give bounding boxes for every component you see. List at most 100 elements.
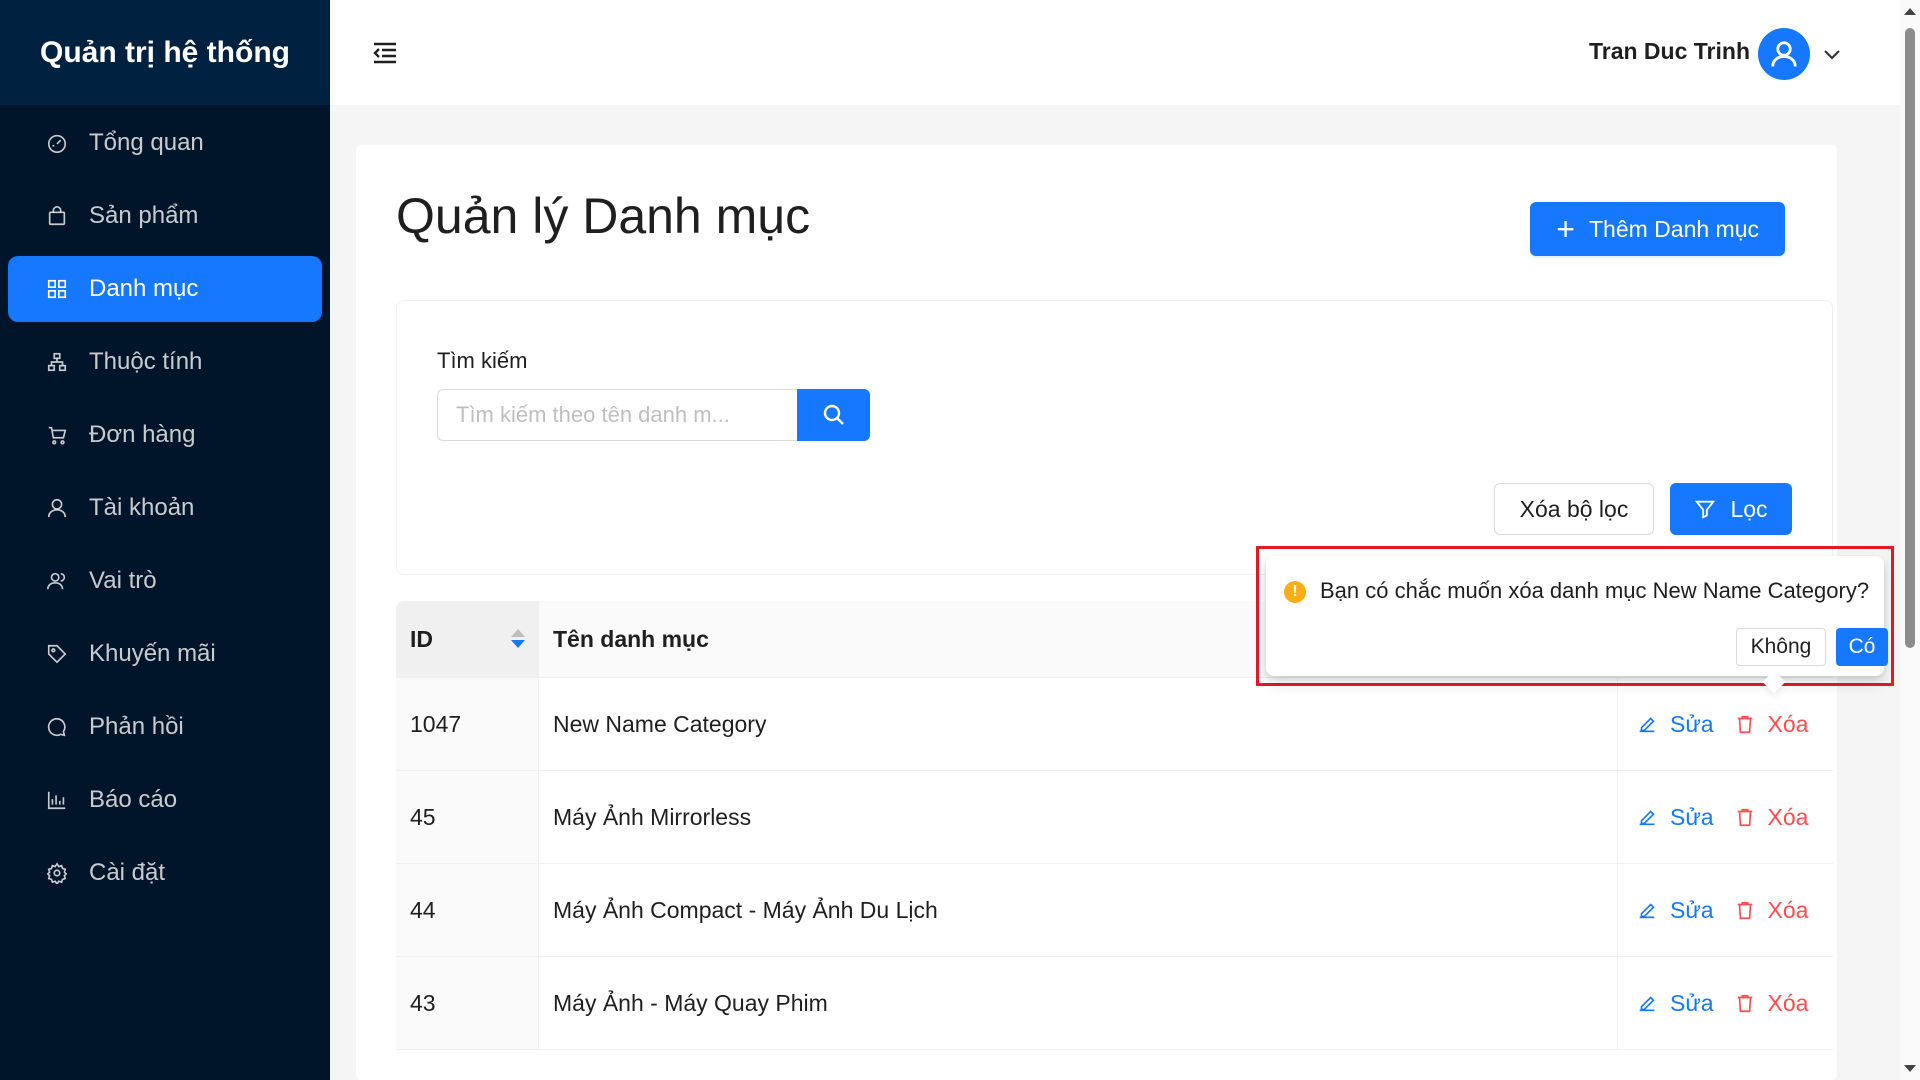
cell-actions: Sửa Xóa <box>1618 864 1833 956</box>
sidebar-item-feedback[interactable]: Phản hồi <box>8 694 322 760</box>
sidebar-item-label: Phản hồi <box>89 713 184 740</box>
user-avatar-icon <box>1771 41 1797 67</box>
cell-id: 1047 <box>396 678 539 770</box>
delete-label: Xóa <box>1767 710 1809 737</box>
sort-icon[interactable] <box>511 629 525 648</box>
add-category-label: Thêm Danh mục <box>1588 215 1759 242</box>
sidebar-item-orders[interactable]: Đơn hàng <box>8 402 322 468</box>
sidebar-menu: Tổng quan Sản phẩm Danh mục Thuộc tính Đ… <box>0 105 330 906</box>
sidebar-item-label: Vai trò <box>89 567 157 594</box>
sidebar-item-label: Tổng quan <box>89 129 204 156</box>
cell-name: Máy Ảnh Compact - Máy Ảnh Du Lịch <box>539 864 1618 956</box>
sidebar-item-categories[interactable]: Danh mục <box>8 256 322 322</box>
sidebar-item-overview[interactable]: Tổng quan <box>8 110 322 176</box>
delete-label: Xóa <box>1767 989 1809 1016</box>
scroll-down-arrow-icon[interactable] <box>1904 1065 1916 1072</box>
edit-label: Sửa <box>1670 710 1714 737</box>
sidebar-item-label: Tài khoản <box>89 494 195 521</box>
cancel-button[interactable]: Không <box>1736 628 1826 666</box>
cell-name: Máy Ảnh - Máy Quay Phim <box>539 957 1618 1049</box>
vertical-scrollbar[interactable] <box>1900 0 1920 1080</box>
sidebar-item-label: Khuyến mãi <box>89 640 216 667</box>
confirm-message: Bạn có chắc muốn xóa danh mục New Name C… <box>1320 578 1870 603</box>
filter-label: Lọc <box>1730 495 1768 522</box>
column-header-label: ID <box>410 625 433 652</box>
cell-actions: Sửa Xóa <box>1618 678 1833 770</box>
cell-name: Máy Ảnh Mirrorless <box>539 771 1618 863</box>
table-row: 44 Máy Ảnh Compact - Máy Ảnh Du Lịch Sửa… <box>396 864 1833 957</box>
edit-icon <box>1639 996 1655 1012</box>
dashboard-icon <box>45 131 69 155</box>
tag-icon <box>45 642 69 666</box>
search-icon <box>823 404 844 425</box>
cell-name: New Name Category <box>539 678 1618 770</box>
sidebar-item-label: Đơn hàng <box>89 421 196 448</box>
delete-icon <box>1737 808 1752 827</box>
sidebar-item-settings[interactable]: Cài đặt <box>8 840 322 906</box>
sidebar: Quản trị hệ thống Tổng quan Sản phẩm Dan… <box>0 0 330 1080</box>
column-header-id[interactable]: ID <box>396 601 539 677</box>
sidebar-item-label: Danh mục <box>89 275 199 302</box>
sidebar-item-promotions[interactable]: Khuyến mãi <box>8 621 322 687</box>
sidebar-item-label: Báo cáo <box>89 786 178 813</box>
sidebar-item-products[interactable]: Sản phẩm <box>8 183 322 249</box>
message-icon <box>45 715 69 739</box>
delete-confirm-popover: ! Bạn có chắc muốn xóa danh mục New Name… <box>1256 546 1894 694</box>
team-icon <box>45 569 69 593</box>
table-row: 43 Máy Ảnh - Máy Quay Phim Sửa Xóa <box>396 957 1833 1050</box>
delete-button[interactable]: Xóa <box>1734 989 1809 1017</box>
filter-button[interactable]: Lọc <box>1670 483 1792 535</box>
clear-filter-button[interactable]: Xóa bộ lọc <box>1494 483 1654 535</box>
delete-label: Xóa <box>1767 803 1809 830</box>
brand-title: Quản trị hệ thống <box>0 0 330 105</box>
warning-icon: ! <box>1284 581 1306 603</box>
sidebar-item-roles[interactable]: Vai trò <box>8 548 322 614</box>
user-icon <box>45 496 69 520</box>
scroll-up-arrow-icon[interactable] <box>1904 8 1916 15</box>
grid-icon <box>45 277 69 301</box>
plus-icon: + <box>1556 211 1575 247</box>
top-header: Tran Duc Trinh <box>330 0 1900 105</box>
sidebar-item-label: Sản phẩm <box>89 202 199 229</box>
cell-actions: Sửa Xóa <box>1618 957 1833 1049</box>
page-title: Quản lý Danh mục <box>396 188 811 244</box>
scroll-thumb[interactable] <box>1905 28 1915 648</box>
sidebar-item-accounts[interactable]: Tài khoản <box>8 475 322 541</box>
confirm-button[interactable]: Có <box>1836 628 1888 666</box>
delete-icon <box>1737 994 1752 1013</box>
delete-button[interactable]: Xóa <box>1734 803 1809 831</box>
filter-icon <box>1695 500 1716 519</box>
search-input[interactable] <box>437 389 797 441</box>
delete-icon <box>1737 901 1752 920</box>
cell-id: 44 <box>396 864 539 956</box>
add-category-button[interactable]: + Thêm Danh mục <box>1530 202 1785 256</box>
column-header-label: Tên danh mục <box>553 625 709 652</box>
user-name[interactable]: Tran Duc Trinh <box>1589 38 1750 65</box>
delete-label: Xóa <box>1767 896 1809 923</box>
sidebar-item-attributes[interactable]: Thuộc tính <box>8 329 322 395</box>
edit-button[interactable]: Sửa <box>1636 711 1714 738</box>
edit-label: Sửa <box>1670 896 1714 923</box>
popover-body: ! Bạn có chắc muốn xóa danh mục New Name… <box>1266 556 1888 694</box>
bar-chart-icon <box>45 788 69 812</box>
cell-actions: Sửa Xóa <box>1618 771 1833 863</box>
table-row: 1047 New Name Category Sửa Xóa <box>396 678 1833 771</box>
edit-button[interactable]: Sửa <box>1636 990 1714 1017</box>
avatar[interactable] <box>1758 28 1810 80</box>
search-button[interactable] <box>797 389 870 441</box>
sidebar-item-label: Thuộc tính <box>89 348 203 375</box>
edit-icon <box>1639 903 1655 919</box>
edit-button[interactable]: Sửa <box>1636 804 1714 831</box>
sidebar-item-reports[interactable]: Báo cáo <box>8 767 322 833</box>
shopping-bag-icon <box>45 204 69 228</box>
delete-button[interactable]: Xóa <box>1734 896 1809 924</box>
menu-fold-icon[interactable] <box>370 38 400 68</box>
edit-label: Sửa <box>1670 989 1714 1016</box>
settings-icon <box>45 861 69 885</box>
edit-icon <box>1639 810 1655 826</box>
chevron-down-icon[interactable] <box>1822 44 1842 64</box>
edit-button[interactable]: Sửa <box>1636 897 1714 924</box>
delete-button[interactable]: Xóa <box>1734 710 1809 738</box>
sidebar-item-label: Cài đặt <box>89 859 166 886</box>
table-row: 45 Máy Ảnh Mirrorless Sửa Xóa <box>396 771 1833 864</box>
